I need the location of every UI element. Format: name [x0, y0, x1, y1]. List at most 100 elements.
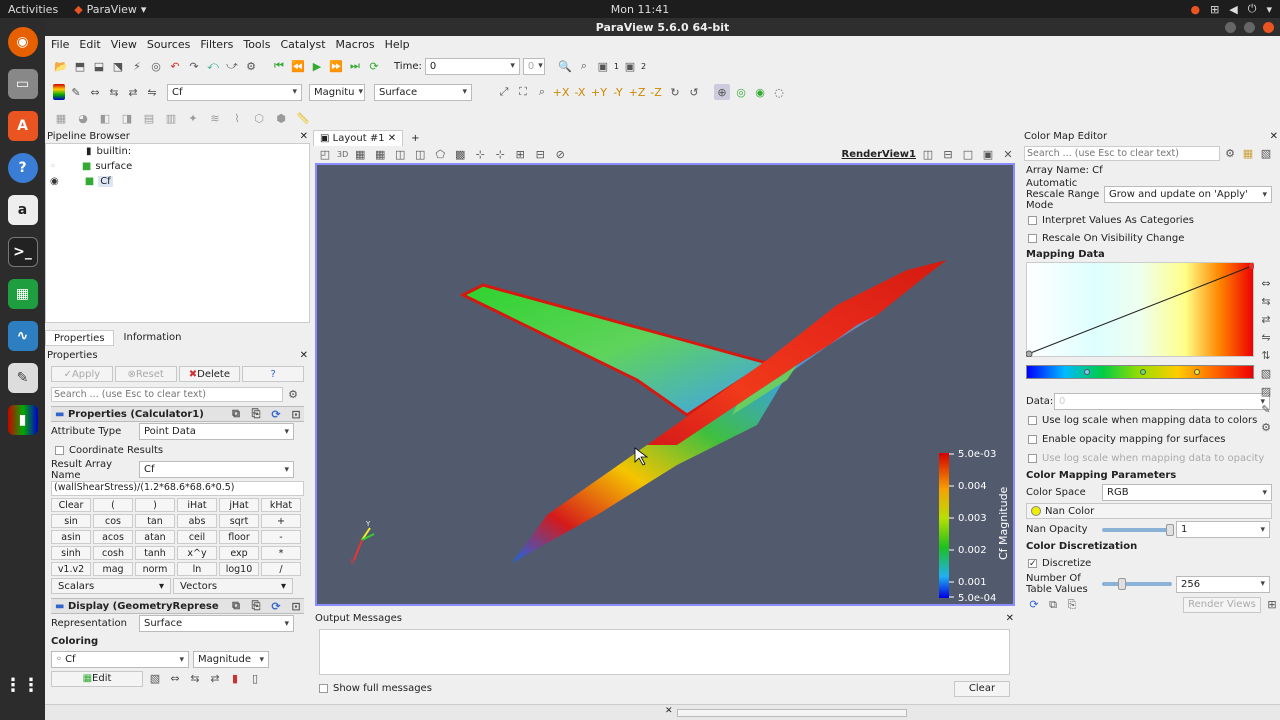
representation-select[interactable]: Surface: [374, 83, 472, 101]
calc-key[interactable]: kHat: [261, 498, 301, 512]
log-scale-checkbox[interactable]: [1028, 416, 1037, 425]
calc-key[interactable]: +: [261, 514, 301, 528]
rescale-visible-icon[interactable]: ⇋: [144, 84, 160, 100]
close-output-icon[interactable]: ✕: [1006, 613, 1014, 624]
undo-icon[interactable]: ↶: [167, 58, 183, 74]
time-range-icon[interactable]: ⇄: [207, 671, 223, 687]
close-button[interactable]: [1263, 21, 1274, 33]
render-view[interactable]: Y X 5.0e-03 0.004 0.003 0.002 0.001 5.0e…: [315, 163, 1015, 606]
clock[interactable]: Mon 11:41: [611, 3, 669, 16]
calc-key[interactable]: tan: [135, 514, 175, 528]
cme-copy-icon[interactable]: ⧉: [1045, 597, 1061, 613]
ruler-icon[interactable]: 📏: [295, 110, 311, 126]
calc-key[interactable]: tanh: [135, 546, 175, 560]
calc-key[interactable]: asin: [51, 530, 91, 544]
extract-subset-icon[interactable]: ▥: [163, 110, 179, 126]
auto-rescale-select[interactable]: Grow and update on 'Apply': [1104, 186, 1272, 203]
custom-range-icon[interactable]: ⇆: [187, 671, 203, 687]
menu-macros[interactable]: Macros: [336, 38, 375, 51]
clear-output-button[interactable]: Clear: [954, 680, 1010, 697]
calc-key[interactable]: mag: [93, 562, 133, 576]
paraview-icon[interactable]: ▮: [7, 405, 38, 435]
zoom-data-icon[interactable]: ⛶: [515, 84, 531, 100]
save-preset-icon[interactable]: ▨: [1258, 383, 1274, 399]
add-layout-button[interactable]: +: [407, 131, 423, 146]
rescale-data-icon[interactable]: ⇔: [1258, 275, 1274, 291]
show-legend-icon[interactable]: ▮: [227, 671, 243, 687]
calc-key[interactable]: sqrt: [219, 514, 259, 528]
calc-key[interactable]: ): [135, 498, 175, 512]
terminal-icon[interactable]: >_: [7, 237, 38, 267]
table-values-input[interactable]: 256: [1176, 575, 1270, 593]
camera-1-icon[interactable]: ▣: [595, 58, 611, 74]
calc-key[interactable]: norm: [135, 562, 175, 576]
frustum-points-icon[interactable]: ◫: [412, 146, 428, 162]
clip-icon[interactable]: ◧: [97, 110, 113, 126]
open-icon[interactable]: 📂: [53, 58, 69, 74]
rotate-minus-90-icon[interactable]: ↺: [686, 84, 702, 100]
calc-key[interactable]: x^y: [177, 546, 217, 560]
auto-render-icon[interactable]: ⊞: [1264, 597, 1280, 613]
cme-refresh-icon[interactable]: ⟳: [1026, 597, 1042, 613]
calc-key[interactable]: Clear: [51, 498, 91, 512]
shrink-icon[interactable]: ⊟: [532, 146, 548, 162]
close-cme-icon[interactable]: ✕: [1270, 131, 1278, 142]
polygon-select-icon[interactable]: ⬠: [432, 146, 448, 162]
pipeline-item-builtin[interactable]: ▮ builtin:: [46, 144, 309, 159]
spreadsheet-icon[interactable]: ▦: [7, 279, 38, 309]
display-section-header[interactable]: ▬ Display (GeometryReprese ⧉ ⎘ ⟳ ⊡: [51, 598, 304, 614]
next-frame-icon[interactable]: ⏩: [328, 58, 344, 74]
disconnect-icon[interactable]: ◎: [148, 58, 164, 74]
toggle-3d-button[interactable]: 3D: [337, 150, 348, 159]
color-space-select[interactable]: RGB: [1102, 484, 1272, 501]
center-axes-icon[interactable]: ◎: [733, 84, 749, 100]
render-views-button[interactable]: Render Views: [1183, 596, 1261, 613]
output-text-area[interactable]: [319, 629, 1010, 675]
calculator-section-header[interactable]: ▬ Properties (Calculator1) ⧉ ⎘ ⟳ ⊡: [51, 406, 304, 422]
amazon-icon[interactable]: a: [7, 195, 38, 225]
reset-button[interactable]: ⊗ Reset: [114, 366, 177, 382]
split-horizontal-icon[interactable]: ◫: [920, 146, 936, 162]
discretize-checkbox[interactable]: ✓: [1028, 559, 1037, 569]
calc-key[interactable]: /: [261, 562, 301, 576]
calc-key[interactable]: *: [261, 546, 301, 560]
attribute-type-select[interactable]: Point Data: [139, 423, 294, 440]
save-data-icon[interactable]: ⬒: [72, 58, 88, 74]
rescale-icon[interactable]: ⇔: [87, 84, 103, 100]
app-menu[interactable]: ◆ ParaView ▾: [74, 3, 146, 16]
calc-key[interactable]: -: [261, 530, 301, 544]
load-state-icon[interactable]: ⬔: [110, 58, 126, 74]
close-properties-icon[interactable]: ✕: [300, 350, 308, 361]
vectors-dropdown[interactable]: Vectors ▾: [173, 578, 293, 594]
calc-key[interactable]: log10: [219, 562, 259, 576]
nan-opacity-input[interactable]: 1: [1176, 521, 1270, 538]
calc-key[interactable]: jHat: [219, 498, 259, 512]
rescale-visibility-checkbox[interactable]: [1028, 234, 1037, 243]
log-opacity-checkbox[interactable]: [1028, 454, 1037, 463]
pipeline-item-cf[interactable]: ◉ ■ Cf: [46, 174, 309, 189]
menu-tools[interactable]: Tools: [243, 38, 270, 51]
calc-key[interactable]: ln: [177, 562, 217, 576]
threshold-icon[interactable]: ▤: [141, 110, 157, 126]
files-icon[interactable]: ▭: [7, 69, 38, 99]
camera-redo-icon[interactable]: ⤻: [224, 58, 240, 74]
pipeline-item-surface[interactable]: ◦ ■ surface: [46, 159, 309, 174]
maximize-button[interactable]: [1244, 21, 1255, 33]
restore-view-icon[interactable]: ▣: [980, 146, 996, 162]
camera-undo-icon[interactable]: ⤺: [205, 58, 221, 74]
view-minus-z-icon[interactable]: -Z: [648, 84, 664, 100]
split-vertical-icon[interactable]: ⊟: [940, 146, 956, 162]
calculator-icon[interactable]: ▦: [53, 110, 69, 126]
cme-save-icon[interactable]: ▦: [1240, 145, 1256, 161]
menu-filters[interactable]: Filters: [200, 38, 233, 51]
connect-icon[interactable]: ⚡: [129, 58, 145, 74]
calc-key[interactable]: ceil: [177, 530, 217, 544]
find-data-icon[interactable]: 🔍: [557, 58, 573, 74]
menu-sources[interactable]: Sources: [147, 38, 191, 51]
firefox-icon[interactable]: ◉: [7, 27, 38, 57]
nan-color-button[interactable]: Nan Color: [1026, 503, 1272, 519]
rescale-time-icon[interactable]: ⇄: [125, 84, 141, 100]
properties-search-input[interactable]: [51, 386, 283, 402]
group-icon[interactable]: ⬡: [251, 110, 267, 126]
stream-tracer-icon[interactable]: ≋: [207, 110, 223, 126]
